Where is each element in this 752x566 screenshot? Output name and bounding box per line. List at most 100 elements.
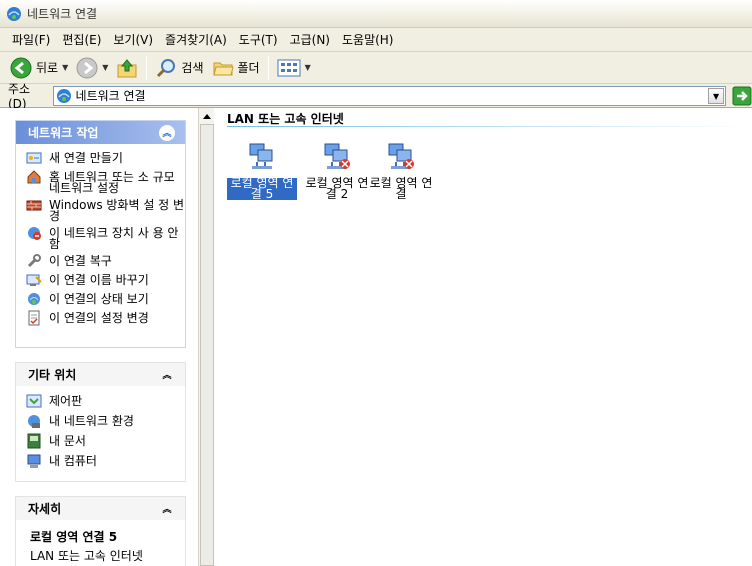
lan-connection-disconnected-icon [388, 143, 414, 169]
collapse-icon[interactable]: ︽ [159, 501, 175, 517]
network-tasks-header[interactable]: 네트워크 작업 ︽ [16, 121, 185, 144]
connection-item[interactable]: 로컬 영역 연결 [366, 140, 436, 200]
up-button[interactable] [112, 54, 142, 82]
menu-bar: 파일(F) 편집(E) 보기(V) 즐겨찾기(A) 도구(T) 고급(N) 도움… [0, 28, 752, 52]
place-my-computer[interactable]: 내 컴퓨터 [26, 453, 185, 469]
task-pane: 네트워크 작업 ︽ 새 연결 만들기 홈 네트워크 또는 소 규모 네트워크 설… [0, 108, 198, 566]
toolbar-separator [146, 55, 148, 80]
back-label: 뒤로 [36, 61, 59, 75]
views-button[interactable]: ▼ [273, 54, 315, 82]
task-disable-device[interactable]: 이 네트워크 장치 사 용 안 함 [26, 225, 185, 250]
search-icon [157, 58, 176, 77]
details-connection-type: LAN 또는 고속 인터넷 [30, 549, 143, 563]
place-control-panel[interactable]: 제어판 [26, 393, 185, 409]
my-computer-icon [27, 454, 41, 468]
forward-arrow-icon [76, 57, 98, 78]
address-label: 주소(D) [8, 82, 31, 111]
toolbar-separator-2 [267, 55, 269, 80]
folder-up-icon [117, 58, 137, 77]
menu-tools[interactable]: 도구(T) [233, 30, 284, 50]
task-label: 이 연결의 상태 보기 [49, 292, 149, 306]
menu-advanced[interactable]: 고급(N) [284, 30, 336, 50]
connection-label: 로컬 영역 연결 [369, 176, 433, 201]
scroll-thumb[interactable] [200, 124, 214, 566]
task-label: Windows 방화벽 설 정 변경 [49, 198, 185, 223]
task-home-network[interactable]: 홈 네트워크 또는 소 규모 네트워크 설정 [26, 169, 185, 194]
control-panel-icon [26, 394, 42, 408]
title-bar: 네트워크 연결 [0, 0, 752, 28]
window-title: 네트워크 연결 [27, 7, 98, 21]
my-network-icon [28, 415, 40, 428]
rename-icon [26, 274, 42, 286]
back-dropdown-icon[interactable]: ▼ [62, 63, 68, 72]
place-label: 내 컴퓨터 [49, 454, 97, 468]
network-tasks-title: 네트워크 작업 [28, 126, 99, 140]
place-my-network[interactable]: 내 네트워크 환경 [26, 413, 185, 429]
task-repair[interactable]: 이 연결 복구 [26, 253, 185, 269]
firewall-icon [26, 200, 42, 211]
address-bar: 주소(D) 네트워크 연결 ▼ [0, 82, 752, 111]
address-input[interactable]: 네트워크 연결 ▼ [52, 85, 727, 106]
content-area: LAN 또는 고속 인터넷 로컬 영역 연결 5 로컬 영역 연결 2 로컬 영… [214, 108, 752, 566]
status-icon [28, 293, 40, 305]
folders-button[interactable]: 폴더 [208, 54, 264, 82]
folders-label: 폴더 [237, 61, 260, 75]
collapse-icon[interactable]: ︽ [159, 124, 175, 141]
task-label: 이 연결의 설정 변경 [49, 311, 149, 325]
scroll-up-icon[interactable] [199, 108, 214, 124]
go-arrow-icon[interactable] [732, 86, 752, 106]
back-button[interactable]: 뒤로 ▼ [6, 54, 72, 82]
task-pane-scrollbar[interactable] [198, 108, 214, 566]
menu-view[interactable]: 보기(V) [107, 30, 159, 50]
home-network-icon [27, 170, 41, 184]
task-firewall[interactable]: Windows 방화벽 설 정 변경 [26, 197, 185, 222]
connection-item[interactable]: 로컬 영역 연결 2 [302, 140, 372, 200]
forward-button[interactable]: ▼ [72, 54, 112, 82]
details-connection-name: 로컬 영역 연결 5 [30, 530, 118, 544]
forward-dropdown-icon[interactable]: ▼ [102, 63, 108, 72]
task-label: 홈 네트워크 또는 소 규모 네트워크 설정 [49, 170, 175, 195]
other-places-header[interactable]: 기타 위치 ︽ [16, 363, 185, 386]
details-header[interactable]: 자세히 ︽ [16, 497, 185, 520]
search-button[interactable]: 검색 [151, 54, 207, 82]
group-header: LAN 또는 고속 인터넷 [227, 112, 344, 126]
details-panel: 자세히 ︽ 로컬 영역 연결 5 LAN 또는 고속 인터넷 [15, 496, 186, 566]
details-title: 자세히 [28, 502, 62, 516]
disable-device-icon [28, 227, 41, 240]
menu-edit[interactable]: 편집(E) [56, 30, 107, 50]
task-rename[interactable]: 이 연결 이름 바꾸기 [26, 272, 185, 288]
views-dropdown-icon[interactable]: ▼ [305, 63, 311, 72]
task-label: 새 연결 만들기 [49, 151, 123, 165]
repair-icon [27, 254, 41, 268]
lan-connection-disconnected-icon [324, 143, 350, 169]
task-label: 이 연결 복구 [49, 254, 112, 268]
task-new-connection[interactable]: 새 연결 만들기 [26, 150, 185, 166]
toolbar: 뒤로 ▼ ▼ 검색 폴더 ▼ [0, 52, 752, 84]
network-connections-icon [7, 6, 21, 21]
search-label: 검색 [181, 61, 204, 75]
group-divider [227, 126, 747, 127]
place-label: 내 문서 [49, 434, 86, 448]
connection-item[interactable]: 로컬 영역 연결 5 [227, 140, 297, 200]
settings-icon [28, 310, 40, 326]
other-places-panel: 기타 위치 ︽ 제어판 내 네트워크 환경 내 문서 내 컴퓨터 [15, 362, 186, 482]
connection-label: 로컬 영역 연결 2 [305, 176, 369, 201]
address-dropdown-icon[interactable]: ▼ [708, 87, 725, 104]
address-value: 네트워크 연결 [75, 89, 146, 103]
other-places-title: 기타 위치 [28, 368, 77, 382]
task-label: 이 연결 이름 바꾸기 [49, 273, 149, 287]
connection-label: 로컬 영역 연결 5 [227, 177, 297, 200]
task-change-settings[interactable]: 이 연결의 설정 변경 [26, 310, 185, 326]
views-icon [277, 59, 301, 76]
place-label: 제어판 [49, 394, 83, 408]
task-label: 이 네트워크 장치 사 용 안 함 [49, 226, 179, 251]
network-tasks-panel: 네트워크 작업 ︽ 새 연결 만들기 홈 네트워크 또는 소 규모 네트워크 설… [15, 120, 186, 348]
menu-file[interactable]: 파일(F) [6, 30, 56, 50]
lan-connection-icon [249, 143, 273, 169]
new-connection-icon [26, 152, 42, 164]
menu-help[interactable]: 도움말(H) [336, 30, 400, 50]
collapse-icon[interactable]: ︽ [159, 367, 175, 383]
place-my-documents[interactable]: 내 문서 [26, 433, 185, 449]
menu-favorites[interactable]: 즐겨찾기(A) [159, 30, 233, 50]
task-view-status[interactable]: 이 연결의 상태 보기 [26, 291, 185, 307]
